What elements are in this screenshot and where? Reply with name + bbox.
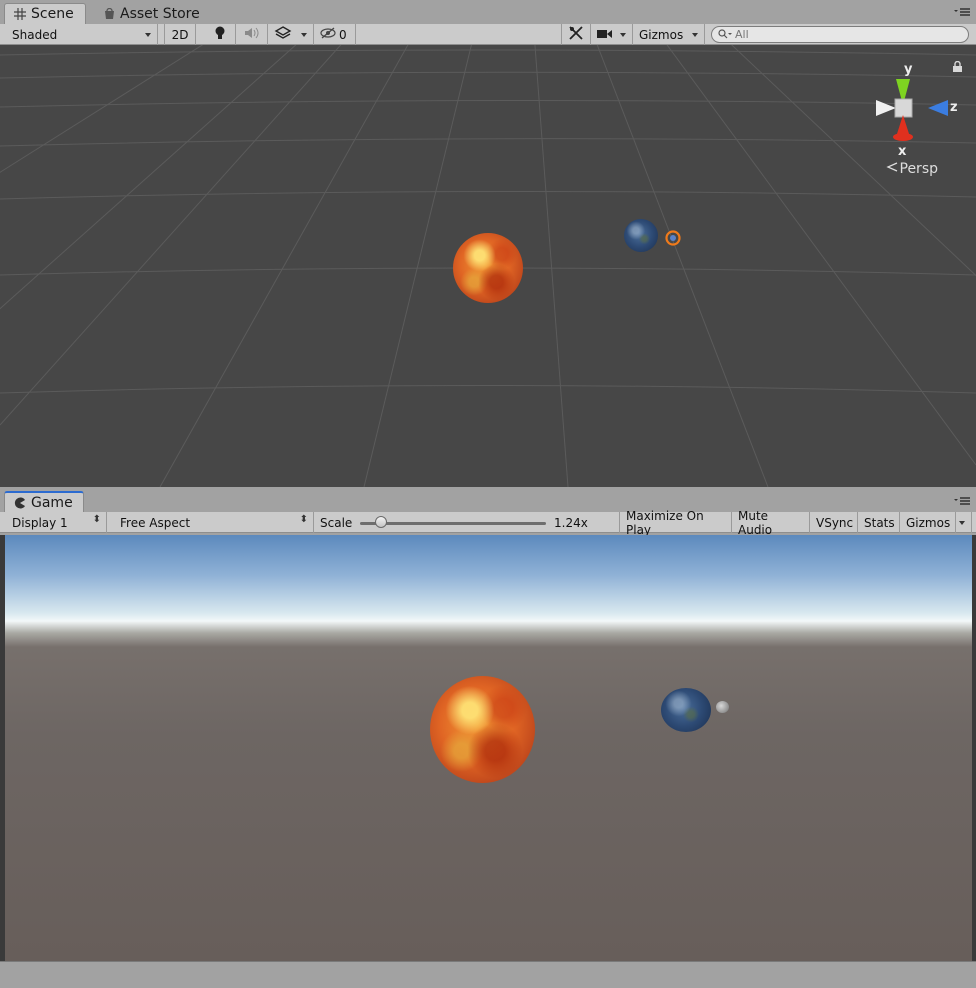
tab-scene[interactable]: Scene bbox=[4, 3, 86, 24]
game-sun-object bbox=[430, 676, 535, 783]
lock-icon[interactable] bbox=[953, 60, 962, 75]
vsync-label: VSync bbox=[816, 515, 854, 530]
effects-dropdown[interactable] bbox=[268, 24, 314, 45]
stats-label: Stats bbox=[864, 515, 895, 530]
scale-slider-track[interactable] bbox=[360, 522, 546, 525]
shading-mode-label: Shaded bbox=[12, 27, 58, 42]
game-gizmos-toggle[interactable]: Gizmos bbox=[900, 512, 956, 533]
scale-value: 1.24x bbox=[554, 515, 588, 530]
gizmo-x-label: x bbox=[898, 144, 907, 159]
mute-audio-label: Mute Audio bbox=[738, 508, 773, 537]
lightbulb-icon bbox=[214, 26, 226, 43]
panel-menu-icon[interactable] bbox=[954, 6, 970, 18]
display-dropdown[interactable]: Display 1 bbox=[6, 512, 107, 533]
pacman-icon bbox=[13, 496, 27, 510]
camera-icon bbox=[597, 28, 613, 42]
mute-audio-toggle[interactable]: Mute Audio bbox=[732, 509, 810, 537]
game-tabstrip: Game bbox=[0, 489, 976, 513]
scene-search[interactable] bbox=[711, 26, 969, 43]
axis-z-cone[interactable] bbox=[928, 100, 948, 116]
maximize-on-play-toggle[interactable]: Maximize On Play bbox=[620, 509, 732, 537]
toggle-2d-label: 2D bbox=[171, 27, 189, 42]
projection-label: Persp bbox=[899, 161, 939, 177]
display-label: Display 1 bbox=[12, 515, 68, 530]
game-moon-object bbox=[716, 701, 729, 713]
game-toolbar: Display 1 Free Aspect Scale 1.24x Maximi… bbox=[0, 509, 976, 537]
scene-view[interactable]: y z x Persp bbox=[0, 45, 976, 487]
gizmo-y-label: y bbox=[904, 62, 913, 77]
scale-label: Scale bbox=[320, 515, 353, 530]
tab-game-label: Game bbox=[31, 494, 73, 511]
moon-selected-object[interactable] bbox=[664, 229, 682, 247]
maximize-on-play-label: Maximize On Play bbox=[626, 508, 704, 537]
game-earth-object bbox=[661, 688, 711, 732]
scene-gizmos-dropdown[interactable]: Gizmos bbox=[633, 24, 705, 45]
game-gizmos-dropdown-arrow[interactable] bbox=[956, 512, 972, 533]
store-bag-icon bbox=[102, 7, 116, 21]
scene-gizmos-label: Gizmos bbox=[639, 27, 684, 42]
game-view[interactable] bbox=[5, 535, 972, 961]
tab-game[interactable]: Game bbox=[4, 491, 84, 512]
game-gizmos-label: Gizmos bbox=[906, 515, 951, 530]
projection-toggle[interactable]: Persp bbox=[885, 161, 939, 177]
tab-asset-store-label: Asset Store bbox=[120, 5, 200, 22]
scene-tabstrip: Scene Asset Store bbox=[0, 0, 976, 24]
tools-icon bbox=[569, 26, 583, 43]
grid-icon bbox=[13, 7, 27, 21]
scale-control: Scale 1.24x bbox=[314, 512, 620, 533]
stats-toggle[interactable]: Stats bbox=[858, 512, 900, 533]
status-bar bbox=[0, 961, 976, 988]
scene-toolbar: Shaded 2D 0 Gizmos bbox=[0, 24, 976, 45]
scale-slider-knob[interactable] bbox=[374, 516, 387, 528]
game-panel-menu-icon[interactable] bbox=[954, 495, 970, 507]
vsync-toggle[interactable]: VSync bbox=[810, 512, 858, 533]
camera-dropdown[interactable] bbox=[591, 24, 633, 45]
search-icon bbox=[718, 28, 732, 42]
aspect-label: Free Aspect bbox=[120, 515, 191, 530]
tab-scene-label: Scene bbox=[31, 6, 74, 22]
gizmo-z-label: z bbox=[950, 100, 958, 115]
earth-object[interactable] bbox=[624, 219, 658, 252]
hidden-object-count: 0 bbox=[339, 27, 347, 42]
eye-slash-icon bbox=[320, 27, 336, 42]
scene-visibility-toggle[interactable]: 0 bbox=[314, 24, 356, 45]
chevron-left-icon bbox=[885, 161, 898, 177]
audio-toggle[interactable] bbox=[236, 24, 268, 45]
layers-icon bbox=[274, 26, 292, 43]
gizmo-center-cube[interactable] bbox=[894, 98, 913, 118]
axis-negx-cone[interactable] bbox=[876, 100, 896, 116]
speaker-icon bbox=[244, 27, 260, 42]
shading-mode-dropdown[interactable]: Shaded bbox=[6, 24, 158, 45]
tools-button[interactable] bbox=[561, 24, 591, 45]
sun-object[interactable] bbox=[453, 233, 523, 303]
lighting-toggle[interactable] bbox=[204, 24, 236, 45]
tab-asset-store[interactable]: Asset Store bbox=[94, 3, 210, 24]
aspect-dropdown[interactable]: Free Aspect bbox=[114, 512, 314, 533]
game-view-border-right bbox=[972, 535, 976, 961]
scene-search-input[interactable] bbox=[735, 28, 945, 41]
toggle-2d-button[interactable]: 2D bbox=[164, 24, 196, 45]
